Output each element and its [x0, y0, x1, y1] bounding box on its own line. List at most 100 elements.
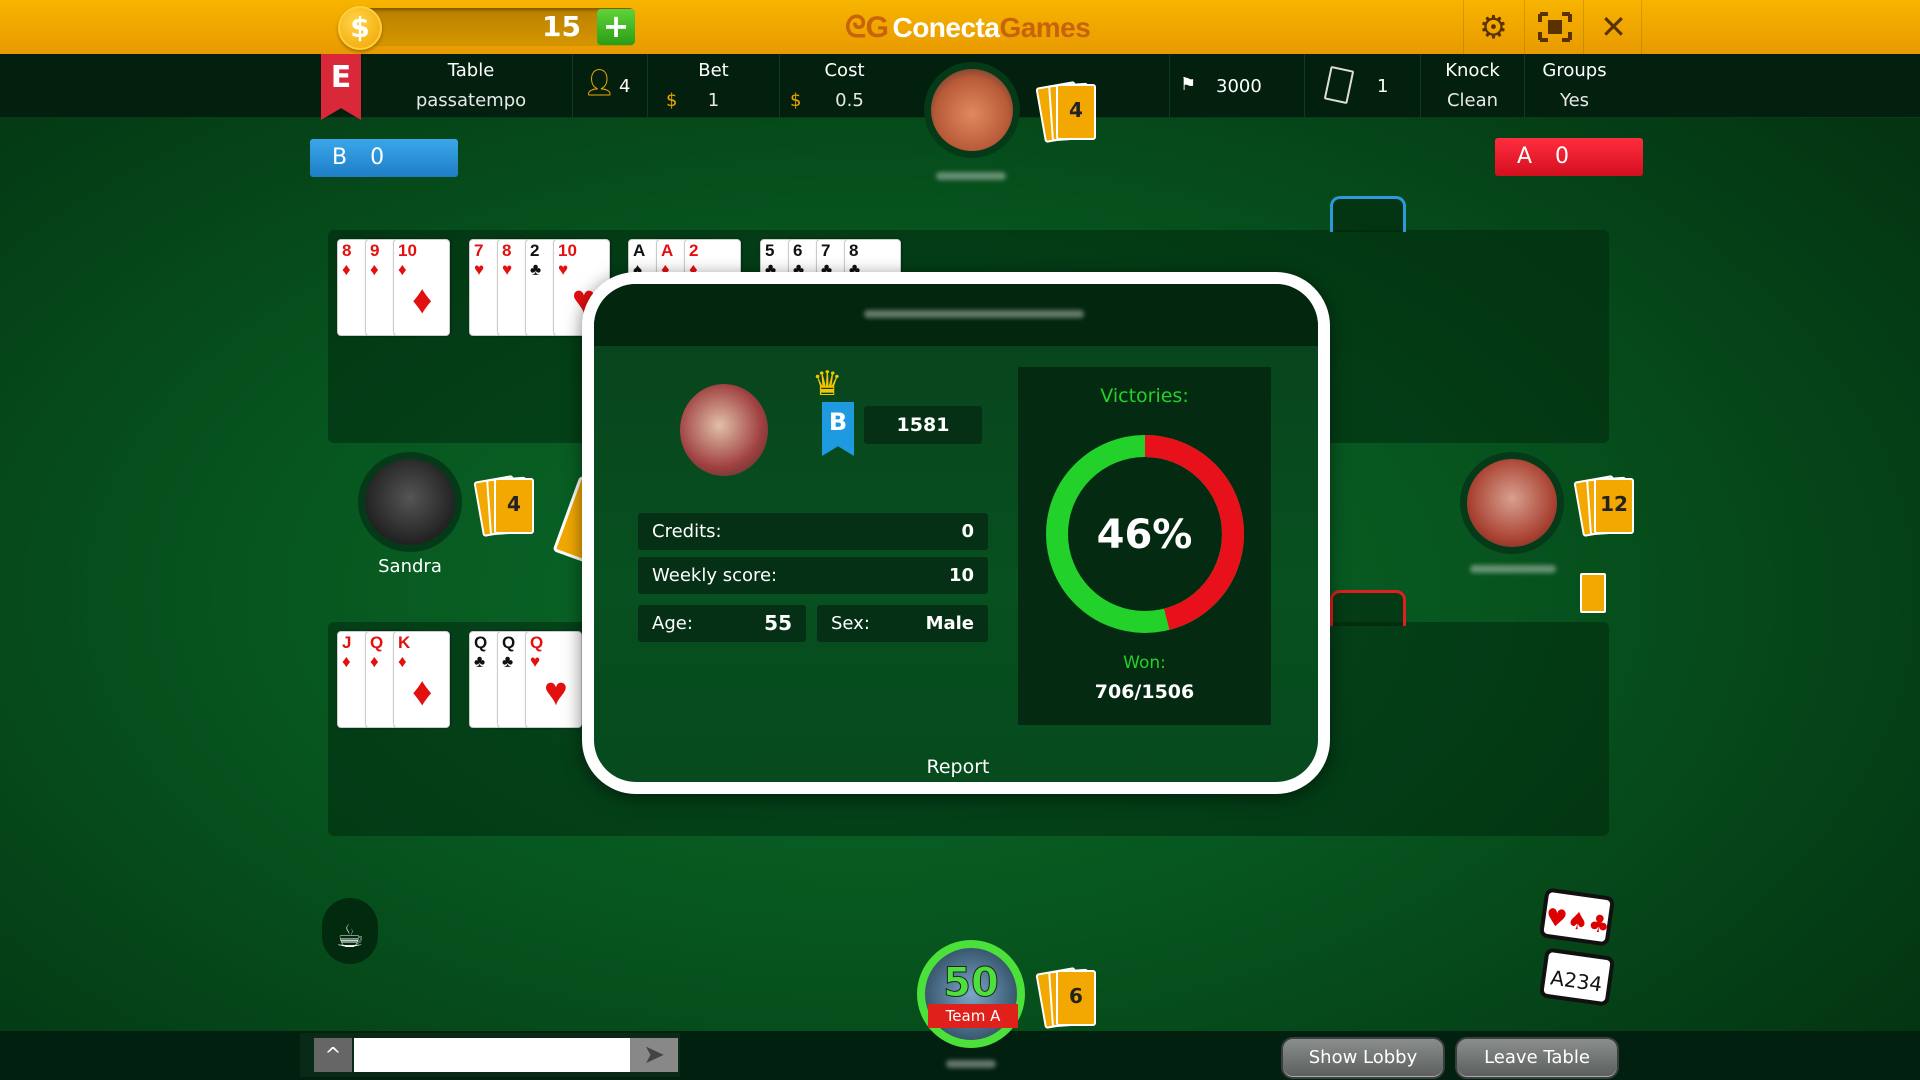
card-suit: ♥	[502, 260, 513, 279]
card-count: 4	[1069, 98, 1083, 122]
victories-label: Victories:	[1100, 385, 1189, 407]
card-count: 6	[1069, 984, 1083, 1008]
knock-label: Knock	[1445, 60, 1500, 81]
balance-value: 15	[542, 10, 581, 43]
card-rank: 7	[474, 241, 484, 260]
card-rank: 6	[793, 241, 803, 260]
person-icon: 👤︎	[583, 68, 617, 98]
dollar-icon: $	[790, 90, 802, 111]
chevron-up-icon[interactable]: ^	[314, 1038, 352, 1072]
sex-value: Male	[925, 613, 974, 634]
top-player-avatar[interactable]	[924, 62, 1020, 158]
self-level: 50	[943, 960, 1000, 1007]
playing-card[interactable]: 10 ♦ ♦	[393, 239, 450, 336]
card-rank: J	[342, 633, 352, 652]
sort-by-suit-icon[interactable]: ♥♠♣	[1538, 887, 1616, 947]
cost-value: 0.5	[835, 90, 864, 111]
points-info: ⚑ 3000	[1169, 54, 1304, 118]
dollar-icon: $	[666, 90, 678, 111]
coin-icon: $	[338, 6, 382, 50]
left-player-avatar[interactable]	[358, 452, 462, 552]
playing-card[interactable]: Q ♥ ♥	[525, 631, 582, 728]
weekly-label: Weekly score:	[652, 565, 778, 586]
checkered-flag-icon: ⚑	[1180, 74, 1197, 95]
card-suit: ♣	[530, 260, 542, 279]
sort-by-rank-icon[interactable]: A234	[1538, 947, 1616, 1007]
left-player-card-count: 4	[473, 474, 534, 538]
report-button[interactable]: Report	[894, 756, 1022, 778]
cost-label: Cost	[824, 60, 865, 81]
table-name: passatempo	[415, 90, 527, 111]
players-info: 👤︎ 4	[572, 54, 647, 118]
bet-value: 1	[707, 90, 720, 111]
card-pip: ♦	[412, 278, 433, 322]
playing-card[interactable]: K ♦ ♦	[393, 631, 450, 728]
card-rank: Q	[530, 633, 544, 652]
team-b-score: B 0	[310, 139, 458, 177]
discards-value: 1	[1377, 76, 1389, 97]
card-rank: Q	[370, 633, 384, 652]
bet-label: Bet	[698, 60, 729, 81]
right-player-avatar[interactable]	[1460, 452, 1564, 554]
card-rank: A	[661, 241, 674, 260]
card-rank: 5	[765, 241, 775, 260]
send-icon[interactable]: ➤	[630, 1038, 678, 1072]
crown-icon: ♛	[812, 364, 843, 404]
coffee-break-icon[interactable]: ☕︎	[322, 898, 378, 964]
left-player-name: Sandra	[378, 556, 442, 577]
card-suit: ♦	[398, 260, 407, 279]
card-rank: 2	[530, 241, 540, 260]
sex-row: Sex: Male	[817, 605, 988, 642]
card-suit: ♥	[558, 260, 569, 279]
points-value: 3000	[1216, 76, 1262, 97]
card-rank: 10	[398, 241, 417, 260]
credits-label: Credits:	[652, 521, 722, 542]
groups-info: Groups Yes	[1524, 54, 1624, 118]
logo-text: Conecta	[892, 12, 1000, 43]
card-rank: 8	[849, 241, 859, 260]
rating-value: 1581	[864, 406, 982, 444]
discards-info: 1	[1304, 54, 1420, 118]
player-profile-dialog: ♛ B 1581 Credits: 0 Weekly score: 10 Age: 5…	[582, 272, 1330, 794]
cost-info: Cost $0.5	[779, 54, 909, 118]
team-a-tab	[1330, 590, 1406, 626]
divider	[1641, 0, 1642, 54]
table-info: Table passatempo	[370, 54, 572, 118]
close-icon[interactable]: ✕	[1583, 0, 1643, 54]
won-value: 706/1506	[1094, 681, 1195, 703]
profile-avatar	[680, 384, 768, 476]
knock-info: Knock Clean	[1420, 54, 1524, 118]
right-player-card-count: 12	[1573, 474, 1634, 538]
card-suit: ♣	[474, 652, 486, 671]
card-count: 4	[507, 492, 521, 516]
knock-value: Clean	[1446, 90, 1499, 111]
card-count: 12	[1600, 492, 1628, 516]
card-suit: ♦	[342, 652, 351, 671]
card-rank: 8	[342, 241, 352, 260]
rank-ribbon: B	[822, 402, 854, 456]
chat-input[interactable]	[354, 1038, 630, 1072]
add-credits-button[interactable]: +	[597, 9, 635, 45]
gear-icon[interactable]: ⚙	[1463, 0, 1523, 54]
card-suit: ♦	[342, 260, 351, 279]
card-suit: ♣	[502, 652, 514, 671]
self-team-badge: Team A	[928, 1004, 1018, 1028]
card-rank: 8	[502, 241, 512, 260]
fullscreen-icon[interactable]	[1524, 0, 1584, 54]
card-suit: ♥	[530, 652, 541, 671]
card-rank: 7	[821, 241, 831, 260]
win-percent: 46%	[1096, 512, 1193, 558]
show-lobby-button[interactable]: Show Lobby	[1281, 1037, 1445, 1079]
age-value: 55	[764, 611, 792, 635]
stock-pile-card[interactable]	[1580, 573, 1606, 613]
card-rank: 9	[370, 241, 380, 260]
team-b-tab	[1330, 196, 1406, 232]
leave-table-button[interactable]: Leave Table	[1455, 1037, 1619, 1079]
card-rank: Q	[474, 633, 488, 652]
card-suit: ♦	[398, 652, 407, 671]
right-player-name	[1470, 565, 1556, 573]
team-a-score: A 0	[1495, 138, 1643, 176]
groups-value: Yes	[1559, 90, 1590, 111]
dialog-header	[594, 284, 1318, 346]
weekly-value: 10	[948, 565, 974, 586]
